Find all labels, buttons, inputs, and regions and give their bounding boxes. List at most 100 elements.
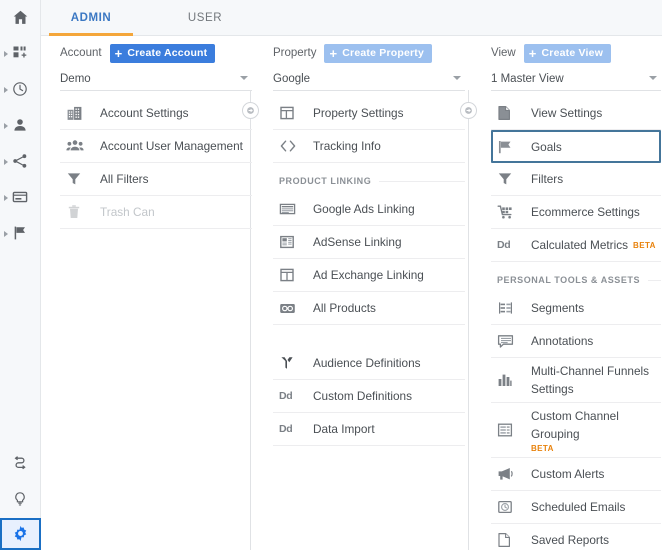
expand-caret-icon xyxy=(4,87,8,93)
property-view-connector-button[interactable] xyxy=(460,102,477,119)
admin-columns: Account + Create Account Demo Account Se… xyxy=(41,36,662,550)
discover-bulb-icon xyxy=(12,491,30,509)
menu-item-all-filters[interactable]: All Filters xyxy=(60,163,252,196)
menu-item-data-import[interactable]: DdData Import xyxy=(273,413,465,446)
custom-channel-grouping-icon xyxy=(497,421,519,439)
menu-item-label: Filters xyxy=(531,172,563,186)
menu-item-label-wrap: Annotations xyxy=(531,332,593,350)
menu-item-saved-reports[interactable]: Saved Reports xyxy=(491,524,661,550)
rail-item-audience[interactable] xyxy=(0,108,41,144)
tab-admin-label: ADMIN xyxy=(71,12,111,24)
filter-funnel-icon xyxy=(66,170,88,188)
menu-item-tracking-info[interactable]: Tracking Info xyxy=(273,130,465,163)
section-header-label: PRODUCT LINKING xyxy=(279,176,371,186)
expand-caret-icon xyxy=(4,51,8,57)
rail-item-conversions[interactable] xyxy=(0,216,41,252)
filter-funnel-icon xyxy=(497,170,519,188)
menu-item-annotations[interactable]: Annotations xyxy=(491,325,661,358)
rail-item-customization[interactable] xyxy=(0,36,41,72)
rail-top-group xyxy=(0,0,40,252)
menu-item-custom-definitions[interactable]: DdCustom Definitions xyxy=(273,380,465,413)
menu-item-label: Custom Alerts xyxy=(531,467,604,481)
rail-item-admin[interactable] xyxy=(0,518,41,550)
menu-item-label: Property Settings xyxy=(313,106,404,120)
column-view: View + Create View 1 Master View View Se… xyxy=(491,36,661,550)
custom-alerts-megaphone-icon xyxy=(497,465,519,483)
menu-item-property-settings[interactable]: Property Settings xyxy=(273,97,465,130)
annotations-icon xyxy=(497,332,519,350)
property-header-label: Property xyxy=(273,47,316,59)
menu-item-label: Custom Channel Grouping xyxy=(531,409,619,441)
property-item-list: Property Settings Tracking Info PRODUCT LI… xyxy=(273,97,465,446)
menu-item-label-wrap: All Filters xyxy=(100,170,149,188)
acquisition-share-icon xyxy=(12,153,30,171)
rail-item-acquisition[interactable] xyxy=(0,144,41,180)
menu-item-custom-channel-grouping[interactable]: Custom Channel Grouping BETA xyxy=(491,403,661,458)
menu-item-multi-channel-funnels-settings[interactable]: Multi-Channel Funnels Settings xyxy=(491,358,661,403)
menu-item-label: All Filters xyxy=(100,172,149,186)
menu-item-filters[interactable]: Filters xyxy=(491,163,661,196)
tab-admin[interactable]: ADMIN xyxy=(49,0,133,36)
rail-item-behavior[interactable] xyxy=(0,180,41,216)
menu-item-ad-exchange-linking[interactable]: Ad Exchange Linking xyxy=(273,259,465,292)
menu-item-ecommerce-settings[interactable]: Ecommerce Settings xyxy=(491,196,661,229)
menu-item-view-settings[interactable]: View Settings xyxy=(491,97,661,130)
rail-item-attribution[interactable] xyxy=(0,446,41,482)
menu-item-label: Data Import xyxy=(313,422,375,436)
menu-item-account-settings[interactable]: Account Settings xyxy=(60,97,252,130)
chevron-down-icon xyxy=(649,76,657,80)
realtime-clock-icon xyxy=(12,81,30,99)
menu-item-label-wrap: Trash Can xyxy=(100,203,155,221)
behavior-window-icon xyxy=(12,189,30,207)
menu-item-all-products[interactable]: All Products xyxy=(273,292,465,325)
tab-bar: ADMIN USER xyxy=(41,0,662,36)
menu-item-label-wrap: Tracking Info xyxy=(313,137,381,155)
menu-item-segments[interactable]: Segments xyxy=(491,292,661,325)
menu-item-label-wrap: Multi-Channel Funnels Settings xyxy=(531,362,659,398)
menu-item-scheduled-emails[interactable]: Scheduled Emails xyxy=(491,491,661,524)
customization-icon xyxy=(12,45,30,63)
calculated-metrics-dd-icon: Dd xyxy=(497,236,519,254)
menu-item-label: Account Settings xyxy=(100,106,189,120)
rail-item-real-time[interactable] xyxy=(0,72,41,108)
create-view-button[interactable]: + Create View xyxy=(524,44,611,63)
expand-caret-icon xyxy=(4,231,8,237)
trash-can-icon xyxy=(66,203,88,221)
create-property-button[interactable]: + Create Property xyxy=(324,44,432,63)
view-header-label: View xyxy=(491,47,516,59)
menu-item-label: Custom Definitions xyxy=(313,389,412,403)
menu-item-label: Trash Can xyxy=(100,205,155,219)
menu-item-google-ads-linking[interactable]: Google Ads Linking xyxy=(273,193,465,226)
create-account-button[interactable]: + Create Account xyxy=(110,44,216,63)
tab-user[interactable]: USER xyxy=(165,0,245,36)
view-header-row: View + Create View xyxy=(491,36,661,58)
beta-badge: BETA xyxy=(531,444,659,453)
admin-gear-icon xyxy=(12,525,30,543)
rail-item-home[interactable] xyxy=(0,0,41,36)
view-settings-doc-icon xyxy=(497,104,519,122)
account-header-row: Account + Create Account xyxy=(60,36,252,58)
section-header-product-linking: PRODUCT LINKING xyxy=(273,169,465,193)
saved-reports-doc-icon xyxy=(497,531,519,549)
menu-item-label: Scheduled Emails xyxy=(531,500,625,514)
view-picker[interactable]: 1 Master View xyxy=(491,67,661,91)
menu-item-trash-can: Trash Can xyxy=(60,196,252,229)
menu-item-label: View Settings xyxy=(531,106,602,120)
property-picker[interactable]: Google xyxy=(273,67,465,91)
column-account: Account + Create Account Demo Account Se… xyxy=(60,36,252,229)
property-settings-icon xyxy=(279,104,301,122)
menu-item-label: AdSense Linking xyxy=(313,235,402,249)
section-header-rule xyxy=(379,181,465,182)
menu-item-calculated-metrics[interactable]: Dd Calculated MetricsBETA xyxy=(491,229,661,262)
account-picker[interactable]: Demo xyxy=(60,67,252,91)
menu-item-goals[interactable]: Goals xyxy=(491,130,661,163)
menu-item-custom-alerts[interactable]: Custom Alerts xyxy=(491,458,661,491)
menu-item-audience-definitions[interactable]: Audience Definitions xyxy=(273,347,465,380)
menu-item-adsense-linking[interactable]: AdSense Linking xyxy=(273,226,465,259)
menu-item-label: Calculated MetricsBETA xyxy=(531,238,656,252)
rail-item-discover[interactable] xyxy=(0,482,41,518)
view-picker-value: 1 Master View xyxy=(491,73,564,85)
menu-item-account-user-management[interactable]: Account User Management xyxy=(60,130,252,163)
account-property-connector-button[interactable] xyxy=(242,102,259,119)
menu-item-label-wrap: All Products xyxy=(313,299,376,317)
